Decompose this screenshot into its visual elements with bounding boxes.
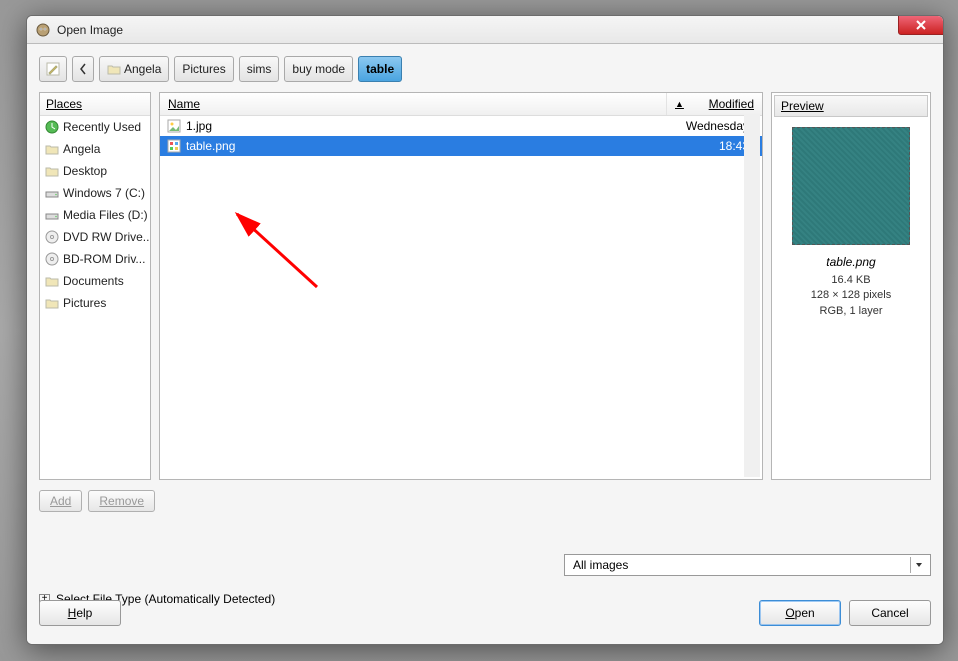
drive-icon (45, 186, 59, 200)
disc-icon (45, 252, 59, 266)
breadcrumb-pictures[interactable]: Pictures (174, 56, 233, 82)
preview-mode: RGB, 1 layer (820, 304, 883, 319)
drive-icon (45, 208, 59, 222)
breadcrumb-table[interactable]: table (358, 56, 402, 82)
preview-dimensions: 128 × 128 pixels (811, 288, 891, 303)
places-list: Recently Used Angela Desktop Windows 7 (… (40, 116, 150, 479)
help-button[interactable]: Help (39, 600, 121, 626)
preview-panel: Preview table.png 16.4 KB 128 × 128 pixe… (771, 92, 931, 480)
column-label: Modified (709, 97, 754, 111)
file-name-text: table.png (186, 139, 235, 153)
button-label: Add (50, 494, 71, 508)
breadcrumb-label: table (366, 62, 394, 76)
button-label: Open (785, 606, 814, 620)
button-label: Remove (99, 494, 144, 508)
folder-icon (45, 142, 59, 156)
breadcrumb-label: Angela (124, 62, 161, 76)
dialog-body: Angela Pictures sims buy mode table Plac… (27, 44, 943, 644)
file-modified-text: Wednesday (665, 119, 755, 133)
preview-image (792, 127, 910, 245)
breadcrumb-label: buy mode (292, 62, 345, 76)
clock-icon (45, 120, 59, 134)
place-label: Desktop (63, 164, 107, 178)
preview-filename: table.png (826, 255, 875, 269)
button-label: Help (68, 606, 93, 620)
folder-icon (45, 164, 59, 178)
folder-icon (45, 274, 59, 288)
back-button[interactable] (72, 56, 94, 82)
pencil-icon (45, 61, 61, 77)
place-label: DVD RW Drive... (63, 230, 150, 244)
edit-path-button[interactable] (39, 56, 67, 82)
dialog-buttons: Help Open Cancel (39, 600, 931, 626)
main-area: Places Recently Used Angela Desktop (39, 92, 931, 480)
place-drive-d[interactable]: Media Files (D:) (40, 204, 150, 226)
file-row[interactable]: table.png 18:43 (160, 136, 762, 156)
file-filter-select[interactable]: All images (564, 554, 931, 576)
column-name[interactable]: Name (160, 93, 667, 115)
place-label: Documents (63, 274, 124, 288)
preview-body: table.png 16.4 KB 128 × 128 pixels RGB, … (774, 117, 928, 329)
image-file-icon (167, 119, 181, 133)
place-pictures[interactable]: Pictures (40, 292, 150, 314)
titlebar[interactable]: Open Image (27, 16, 943, 44)
add-place-button[interactable]: Add (39, 490, 82, 512)
place-label: Angela (63, 142, 100, 156)
breadcrumb-sims[interactable]: sims (239, 56, 280, 82)
places-panel: Places Recently Used Angela Desktop (39, 92, 151, 480)
preview-size: 16.4 KB (831, 273, 870, 288)
place-dvd[interactable]: DVD RW Drive... (40, 226, 150, 248)
cancel-button[interactable]: Cancel (849, 600, 931, 626)
file-modified-text: 18:43 (665, 139, 755, 153)
place-label: Windows 7 (C:) (63, 186, 145, 200)
place-recently-used[interactable]: Recently Used (40, 116, 150, 138)
place-label: Recently Used (63, 120, 141, 134)
place-label: Pictures (63, 296, 106, 310)
gimp-icon (35, 22, 51, 38)
file-rows[interactable]: 1.jpg Wednesday table.png 18:43 (160, 116, 762, 479)
breadcrumb-label: sims (247, 62, 272, 76)
folder-icon (45, 296, 59, 310)
file-name-text: 1.jpg (186, 119, 212, 133)
filter-value: All images (573, 558, 628, 572)
file-row[interactable]: 1.jpg Wednesday (160, 116, 762, 136)
disc-icon (45, 230, 59, 244)
button-label: Cancel (871, 606, 908, 620)
breadcrumb-buymode[interactable]: buy mode (284, 56, 353, 82)
folder-icon (107, 63, 121, 75)
file-list-panel: Name ▲ Modified 1.jpg Wednesday (159, 92, 763, 480)
file-list-header: Name ▲ Modified (160, 93, 762, 116)
window-title: Open Image (57, 23, 123, 37)
places-header[interactable]: Places (40, 93, 150, 116)
column-modified[interactable]: ▲ Modified (667, 93, 762, 115)
filter-row: All images (564, 554, 931, 576)
image-file-icon (167, 139, 181, 153)
place-label: BD-ROM Driv... (63, 252, 145, 266)
path-toolbar: Angela Pictures sims buy mode table (39, 56, 931, 82)
scrollbar[interactable] (744, 115, 760, 477)
chevron-down-icon (910, 557, 926, 573)
breadcrumb-label: Pictures (182, 62, 225, 76)
close-button[interactable] (898, 15, 944, 35)
places-buttons: Add Remove (39, 490, 931, 512)
place-documents[interactable]: Documents (40, 270, 150, 292)
breadcrumb-angela[interactable]: Angela (99, 56, 169, 82)
chevron-left-icon (79, 63, 87, 75)
place-bdrom[interactable]: BD-ROM Driv... (40, 248, 150, 270)
place-label: Media Files (D:) (63, 208, 148, 222)
open-button[interactable]: Open (759, 600, 841, 626)
remove-place-button[interactable]: Remove (88, 490, 155, 512)
place-desktop[interactable]: Desktop (40, 160, 150, 182)
place-angela[interactable]: Angela (40, 138, 150, 160)
preview-header: Preview (774, 95, 928, 117)
place-drive-c[interactable]: Windows 7 (C:) (40, 182, 150, 204)
open-image-dialog: Open Image Angela Pictures sims (26, 15, 944, 645)
sort-asc-icon: ▲ (675, 99, 684, 109)
